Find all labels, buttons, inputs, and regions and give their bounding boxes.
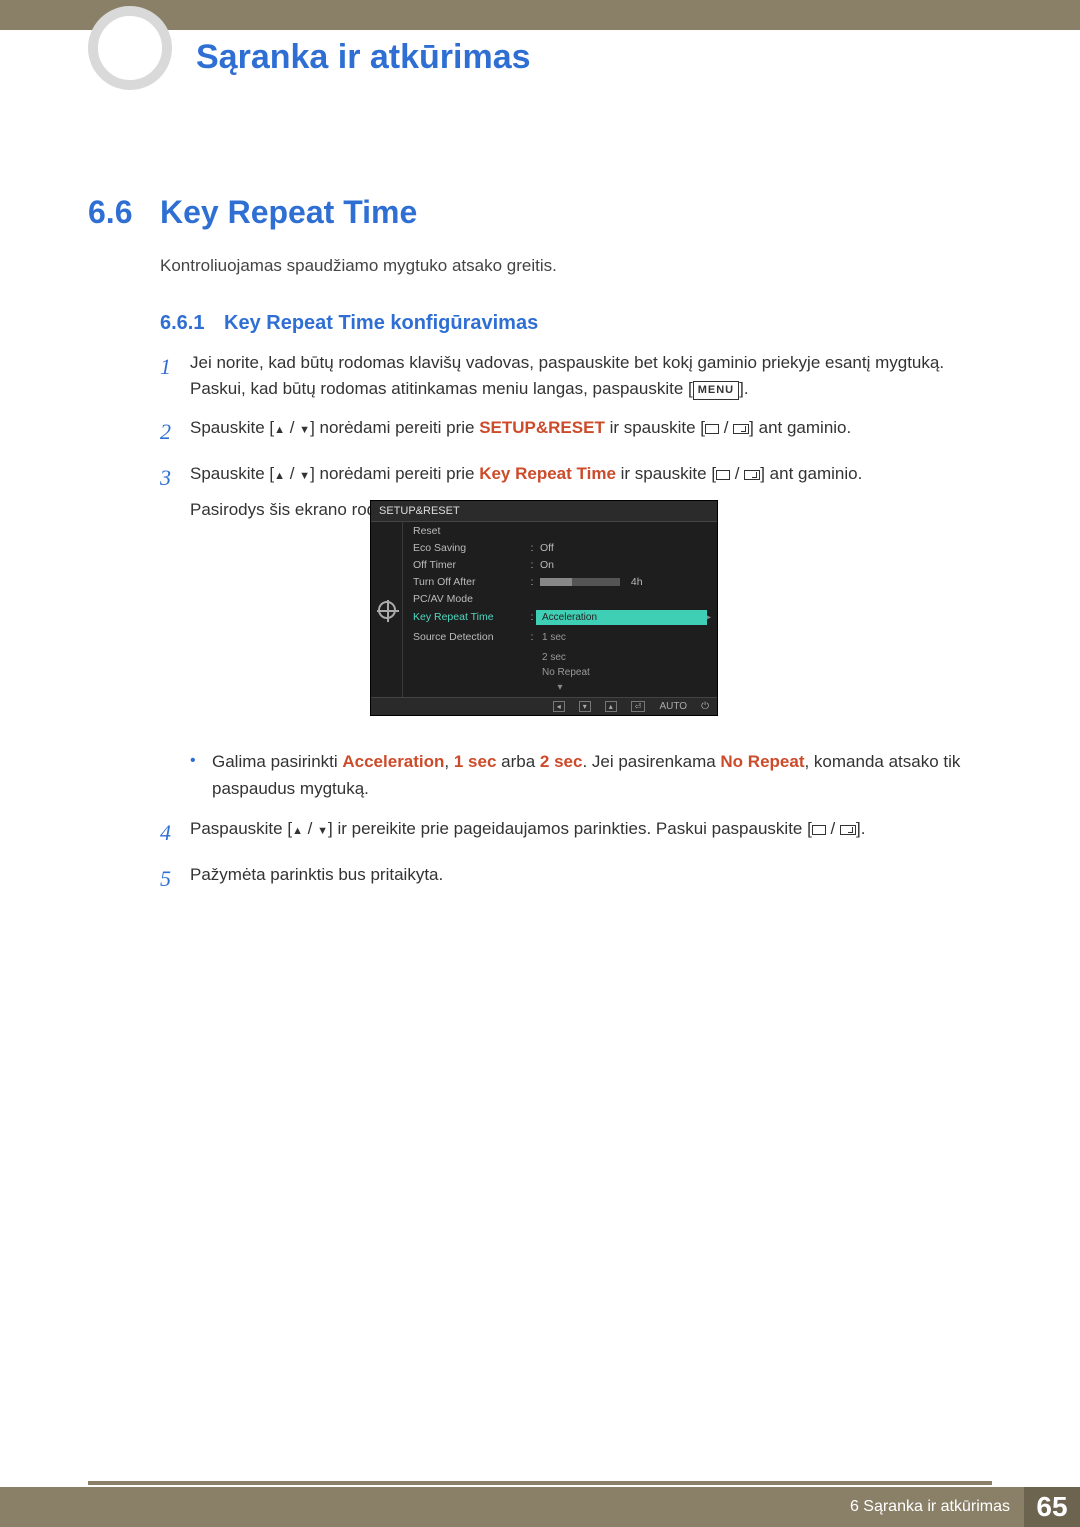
slider-icon <box>540 578 620 586</box>
bullet-note: • Galima pasirinkti Acceleration, 1 sec … <box>190 749 970 802</box>
osd-menu-item: PC/AV Mode <box>407 590 713 607</box>
osd-option: 2 sec <box>536 650 707 665</box>
step-1: 1 Jei norite, kad būtų rodomas klavišų v… <box>160 350 970 403</box>
step-text: ] ant gaminio. <box>749 418 851 437</box>
osd-menu-item: Reset <box>407 522 713 539</box>
menu-icon: MENU <box>693 381 739 400</box>
note-text: Galima pasirinkti <box>212 752 342 771</box>
osd-slider-value: 4h <box>631 576 643 588</box>
step-text: ] ant gaminio. <box>760 464 862 483</box>
down-icon <box>299 464 310 483</box>
osd-option-selected: Acceleration <box>536 610 707 625</box>
osd-toolbar: ◂ ▾ ▴ ⏎ AUTO ⏻ <box>371 697 717 715</box>
chevron-down-icon: ▾ <box>407 682 713 695</box>
toolbar-up-icon: ▴ <box>605 701 617 712</box>
step-number: 2 <box>160 415 190 449</box>
footer-chapter-label: 6 Sąranka ir atkūrimas <box>850 1498 1024 1516</box>
down-icon <box>299 418 310 437</box>
step-text: ir spauskite [ <box>605 418 705 437</box>
enter-icon <box>744 470 760 480</box>
section-number: 6.6 <box>88 194 132 231</box>
step-number: 3 <box>160 461 190 524</box>
osd-menu-item: Turn Off After : 4h <box>407 573 713 590</box>
up-icon <box>292 819 303 838</box>
target-label: Key Repeat Time <box>479 464 616 483</box>
osd-category-icon-col <box>371 522 403 697</box>
osd-item-value: Off <box>536 542 707 554</box>
section-title: Key Repeat Time <box>160 194 417 231</box>
step-text: ] norėdami pereiti prie <box>310 464 479 483</box>
osd-title: SETUP&RESET <box>371 501 717 522</box>
step-text: ]. <box>856 819 865 838</box>
page-footer: 6 Sąranka ir atkūrimas 65 <box>0 1481 1080 1527</box>
note-text: arba <box>496 752 539 771</box>
osd-option: 1 sec <box>536 630 707 645</box>
osd-item-label: Eco Saving <box>413 542 528 554</box>
osd-menu-item: 2 sec No Repeat <box>407 647 713 682</box>
up-icon <box>274 464 285 483</box>
osd-menu-item: Off Timer : On <box>407 556 713 573</box>
option-label: 2 sec <box>540 752 583 771</box>
step-text: Spauskite [ <box>190 464 274 483</box>
chapter-badge <box>88 6 172 90</box>
option-label: 1 sec <box>454 752 497 771</box>
step-text: ] ir pereikite prie pageidaujamos parink… <box>328 819 812 838</box>
step-text: ]. <box>739 379 748 398</box>
osd-menu-item-selected: Key Repeat Time : Acceleration <box>407 607 713 627</box>
step-number: 1 <box>160 350 190 403</box>
step-number: 5 <box>160 862 190 896</box>
toolbar-auto-label: AUTO <box>659 701 687 712</box>
osd-menu-item: Eco Saving : Off <box>407 539 713 556</box>
osd-item-label: PC/AV Mode <box>413 593 528 605</box>
enter-icon <box>733 424 749 434</box>
osd-screenshot: SETUP&RESET Reset Eco Saving : Off Off T… <box>370 500 718 716</box>
chapter-title: Sąranka ir atkūrimas <box>196 38 531 77</box>
osd-option: No Repeat <box>536 665 707 680</box>
gear-icon <box>378 601 396 619</box>
step-text: ir spauskite [ <box>616 464 716 483</box>
source-icon <box>812 825 826 835</box>
section-intro: Kontroliuojamas spaudžiamo mygtuko atsak… <box>160 256 557 276</box>
osd-item-label: Turn Off After <box>413 576 528 588</box>
step-text: Spauskite [ <box>190 418 274 437</box>
osd-item-value: 4h <box>536 576 707 588</box>
source-icon <box>716 470 730 480</box>
note-text: . Jei pasirenkama <box>582 752 720 771</box>
note-text: , <box>444 752 453 771</box>
osd-menu-item: Source Detection : 1 sec <box>407 627 713 647</box>
toolbar-power-icon: ⏻ <box>701 701 709 712</box>
osd-item-label: Source Detection <box>413 631 528 643</box>
toolbar-down-icon: ▾ <box>579 701 591 712</box>
step-5: 5 Pažymėta parinktis bus pritaikyta. <box>160 862 970 896</box>
subsection-title: Key Repeat Time konfigūravimas <box>224 312 538 335</box>
subsection-number: 6.6.1 <box>160 312 204 335</box>
option-label: No Repeat <box>720 752 804 771</box>
osd-item-value: On <box>536 559 707 571</box>
osd-item-label: Reset <box>413 525 528 537</box>
option-label: Acceleration <box>342 752 444 771</box>
osd-item-label: Key Repeat Time <box>413 611 528 623</box>
enter-icon <box>840 825 856 835</box>
step-text: Paspauskite [ <box>190 819 292 838</box>
step-text: ] norėdami pereiti prie <box>310 418 479 437</box>
target-label: SETUP&RESET <box>479 418 605 437</box>
up-icon <box>274 418 285 437</box>
step-number: 4 <box>160 816 190 850</box>
toolbar-enter-icon: ⏎ <box>631 701 646 712</box>
toolbar-back-icon: ◂ <box>553 701 565 712</box>
step-2: 2 Spauskite [ / ] norėdami pereiti prie … <box>160 415 970 449</box>
step-text: Jei norite, kad būtų rodomas klavišų vad… <box>190 353 944 372</box>
page-number: 65 <box>1024 1487 1080 1527</box>
down-icon <box>317 819 328 838</box>
step-text: Pažymėta parinktis bus pritaikyta. <box>190 862 970 896</box>
step-text: Paskui, kad būtų rodomas atitinkamas men… <box>190 379 693 398</box>
step-4: 4 Paspauskite [ / ] ir pereikite prie pa… <box>160 816 970 850</box>
osd-item-label: Off Timer <box>413 559 528 571</box>
source-icon <box>705 424 719 434</box>
bullet-icon: • <box>190 749 212 802</box>
